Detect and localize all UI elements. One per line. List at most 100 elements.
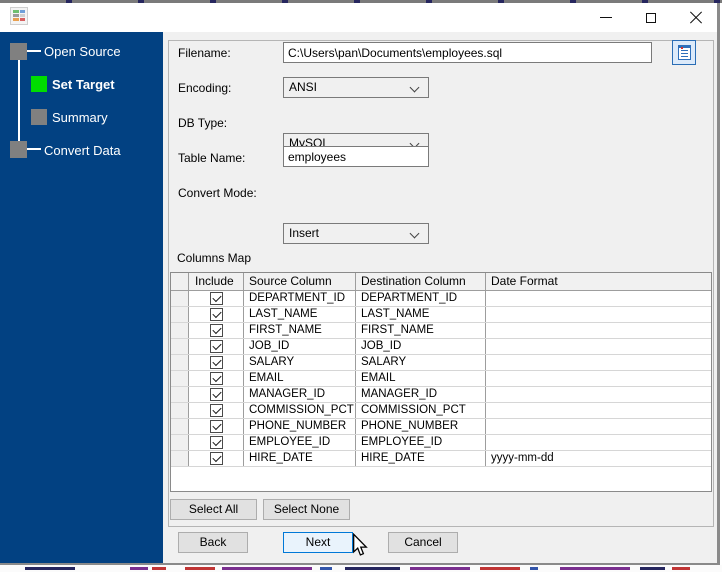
include-checkbox[interactable]: [209, 388, 223, 401]
table-row[interactable]: LAST_NAME LAST_NAME: [171, 307, 711, 323]
include-cell[interactable]: [189, 339, 244, 354]
source-column-cell[interactable]: DEPARTMENT_ID: [244, 291, 356, 306]
date-format-cell[interactable]: [486, 435, 711, 450]
minimize-button[interactable]: [583, 3, 628, 32]
row-selector-cell[interactable]: [171, 323, 189, 338]
source-column-cell[interactable]: MANAGER_ID: [244, 387, 356, 402]
date-format-cell[interactable]: [486, 323, 711, 338]
destination-column-cell[interactable]: COMMISSION_PCT: [356, 403, 486, 418]
row-selector-header[interactable]: [171, 273, 189, 290]
destination-column-cell[interactable]: FIRST_NAME: [356, 323, 486, 338]
destination-column-cell[interactable]: JOB_ID: [356, 339, 486, 354]
table-row[interactable]: MANAGER_ID MANAGER_ID: [171, 387, 711, 403]
date-format-cell[interactable]: [486, 355, 711, 370]
select-all-button[interactable]: Select All: [170, 499, 257, 520]
source-column-cell[interactable]: LAST_NAME: [244, 307, 356, 322]
row-selector-cell[interactable]: [171, 435, 189, 450]
destination-column-header[interactable]: Destination Column: [356, 273, 486, 290]
row-selector-cell[interactable]: [171, 371, 189, 386]
date-format-cell[interactable]: [486, 403, 711, 418]
include-cell[interactable]: [189, 323, 244, 338]
table-row[interactable]: EMAIL EMAIL: [171, 371, 711, 387]
destination-column-cell[interactable]: MANAGER_ID: [356, 387, 486, 402]
table-row[interactable]: JOB_ID JOB_ID: [171, 339, 711, 355]
date-format-cell[interactable]: [486, 307, 711, 322]
source-column-cell[interactable]: EMPLOYEE_ID: [244, 435, 356, 450]
chevron-down-icon: [409, 228, 420, 239]
row-selector-cell[interactable]: [171, 307, 189, 322]
include-cell[interactable]: [189, 355, 244, 370]
source-column-cell[interactable]: SALARY: [244, 355, 356, 370]
table-row[interactable]: SALARY SALARY: [171, 355, 711, 371]
table-name-input[interactable]: [283, 146, 429, 167]
row-selector-cell[interactable]: [171, 419, 189, 434]
date-format-column-header[interactable]: Date Format: [486, 273, 711, 290]
close-button[interactable]: [673, 3, 718, 32]
include-cell[interactable]: [189, 387, 244, 402]
row-selector-cell[interactable]: [171, 355, 189, 370]
destination-column-cell[interactable]: LAST_NAME: [356, 307, 486, 322]
select-none-button[interactable]: Select None: [263, 499, 350, 520]
include-checkbox[interactable]: [209, 308, 223, 321]
destination-column-cell[interactable]: EMAIL: [356, 371, 486, 386]
destination-column-cell[interactable]: PHONE_NUMBER: [356, 419, 486, 434]
table-row[interactable]: FIRST_NAME FIRST_NAME: [171, 323, 711, 339]
row-selector-cell[interactable]: [171, 451, 189, 466]
sidebar-step-set-target[interactable]: Set Target: [52, 77, 115, 92]
next-button[interactable]: Next: [283, 532, 353, 553]
source-column-cell[interactable]: COMMISSION_PCT: [244, 403, 356, 418]
date-format-cell[interactable]: [486, 291, 711, 306]
row-selector-cell[interactable]: [171, 387, 189, 402]
convert-mode-select[interactable]: Insert: [283, 223, 429, 244]
table-row[interactable]: DEPARTMENT_ID DEPARTMENT_ID: [171, 291, 711, 307]
include-column-header[interactable]: Include: [189, 273, 244, 290]
include-checkbox[interactable]: [209, 452, 223, 465]
date-format-cell[interactable]: [486, 387, 711, 402]
include-cell[interactable]: [189, 435, 244, 450]
include-cell[interactable]: [189, 419, 244, 434]
include-cell[interactable]: [189, 291, 244, 306]
include-checkbox[interactable]: [209, 404, 223, 417]
include-checkbox[interactable]: [209, 420, 223, 433]
table-row[interactable]: HIRE_DATE HIRE_DATE yyyy-mm-dd: [171, 451, 711, 467]
table-row[interactable]: EMPLOYEE_ID EMPLOYEE_ID: [171, 435, 711, 451]
destination-column-cell[interactable]: DEPARTMENT_ID: [356, 291, 486, 306]
date-format-cell[interactable]: yyyy-mm-dd: [486, 451, 711, 466]
sidebar-step-summary[interactable]: Summary: [52, 110, 108, 125]
sidebar-step-open-source[interactable]: Open Source: [44, 44, 121, 59]
row-selector-cell[interactable]: [171, 291, 189, 306]
destination-column-cell[interactable]: HIRE_DATE: [356, 451, 486, 466]
row-selector-cell[interactable]: [171, 403, 189, 418]
include-checkbox[interactable]: [209, 372, 223, 385]
back-button[interactable]: Back: [178, 532, 248, 553]
cancel-button[interactable]: Cancel: [388, 532, 458, 553]
source-column-cell[interactable]: PHONE_NUMBER: [244, 419, 356, 434]
sidebar-step-convert-data[interactable]: Convert Data: [44, 143, 121, 158]
table-row[interactable]: COMMISSION_PCT COMMISSION_PCT: [171, 403, 711, 419]
date-format-cell[interactable]: [486, 371, 711, 386]
include-cell[interactable]: [189, 451, 244, 466]
source-column-cell[interactable]: HIRE_DATE: [244, 451, 356, 466]
maximize-button[interactable]: [628, 3, 673, 32]
date-format-cell[interactable]: [486, 339, 711, 354]
source-column-cell[interactable]: JOB_ID: [244, 339, 356, 354]
source-column-cell[interactable]: FIRST_NAME: [244, 323, 356, 338]
destination-column-cell[interactable]: SALARY: [356, 355, 486, 370]
table-row[interactable]: PHONE_NUMBER PHONE_NUMBER: [171, 419, 711, 435]
browse-file-button[interactable]: [672, 40, 696, 65]
include-checkbox[interactable]: [209, 340, 223, 353]
source-column-cell[interactable]: EMAIL: [244, 371, 356, 386]
include-checkbox[interactable]: [209, 292, 223, 305]
encoding-select[interactable]: ANSI: [283, 77, 429, 98]
include-checkbox[interactable]: [209, 324, 223, 337]
include-checkbox[interactable]: [209, 356, 223, 369]
source-column-header[interactable]: Source Column: [244, 273, 356, 290]
row-selector-cell[interactable]: [171, 339, 189, 354]
include-cell[interactable]: [189, 307, 244, 322]
include-cell[interactable]: [189, 403, 244, 418]
destination-column-cell[interactable]: EMPLOYEE_ID: [356, 435, 486, 450]
include-checkbox[interactable]: [209, 436, 223, 449]
filename-input[interactable]: [283, 42, 652, 63]
date-format-cell[interactable]: [486, 419, 711, 434]
include-cell[interactable]: [189, 371, 244, 386]
